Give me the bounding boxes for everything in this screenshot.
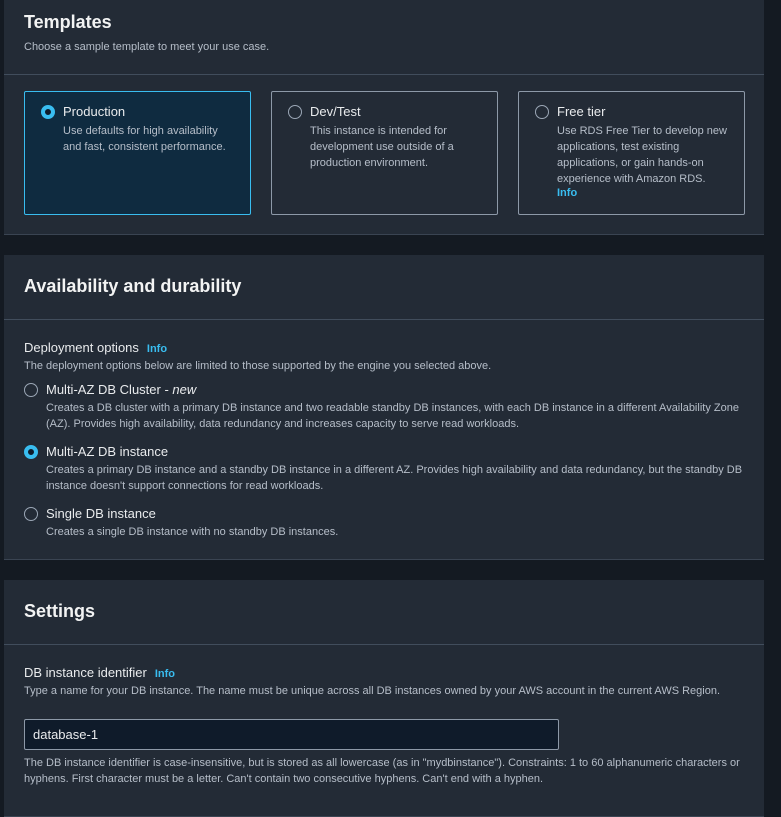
template-devtest-tile[interactable]: Dev/Test This instance is intended for d… <box>271 91 498 215</box>
availability-title: Availability and durability <box>24 276 242 296</box>
deployment-single-instance-radio[interactable] <box>24 507 38 521</box>
deployment-options-label: Deployment options <box>24 340 139 355</box>
db-identifier-description: Type a name for your DB instance. The na… <box>24 685 721 697</box>
availability-panel: Availability and durability Deployment o… <box>4 255 764 560</box>
template-freetier-title: Free tier <box>557 104 606 119</box>
db-identifier-constraints: The DB instance identifier is case-insen… <box>24 757 740 785</box>
availability-header: Availability and durability <box>4 255 764 319</box>
deployment-options-label-row: Deployment options Info <box>24 340 744 355</box>
template-devtest-title: Dev/Test <box>310 104 361 119</box>
deployment-multiaz-cluster-radio[interactable] <box>24 383 38 397</box>
templates-description: Choose a sample template to meet your us… <box>24 41 270 53</box>
deployment-multiaz-cluster-title: Multi-AZ DB Cluster - new <box>46 382 746 397</box>
deployment-options-info-link[interactable]: Info <box>147 343 167 355</box>
deployment-multiaz-instance-title: Multi-AZ DB instance <box>46 444 169 459</box>
settings-title: Settings <box>24 601 96 621</box>
template-production-radio[interactable] <box>41 105 55 119</box>
template-freetier-description: Use RDS Free Tier to develop new applica… <box>557 125 727 185</box>
deployment-multiaz-cluster-new-tag: new <box>172 382 197 397</box>
templates-header: Templates Choose a sample template to me… <box>4 0 764 74</box>
settings-header: Settings <box>4 580 764 644</box>
settings-panel: Settings DB instance identifier Info Typ… <box>4 580 764 817</box>
db-identifier-group: DB instance identifier Info Type a name … <box>24 665 749 699</box>
template-freetier-radio[interactable] <box>535 105 549 119</box>
db-identifier-label: DB instance identifier <box>24 665 147 680</box>
deployment-multiaz-instance-description: Creates a primary DB instance and a stan… <box>46 464 743 492</box>
template-devtest-description: This instance is intended for developmen… <box>310 125 454 169</box>
template-production-title: Production <box>63 104 126 119</box>
deployment-option-multiaz-instance[interactable]: Multi-AZ DB instance Creates a primary D… <box>24 444 746 494</box>
availability-divider <box>4 319 764 320</box>
deployment-options-group: Deployment options Info The deployment o… <box>24 340 744 374</box>
template-devtest-radio[interactable] <box>288 105 302 119</box>
page: Templates Choose a sample template to me… <box>0 0 781 817</box>
deployment-option-multiaz-cluster[interactable]: Multi-AZ DB Cluster - new Creates a DB c… <box>24 382 746 432</box>
db-identifier-label-row: DB instance identifier Info <box>24 665 749 680</box>
template-production-description: Use defaults for high availability and f… <box>63 125 226 153</box>
deployment-multiaz-cluster-description: Creates a DB cluster with a primary DB i… <box>46 402 739 430</box>
template-tiles: Production Use defaults for high availab… <box>24 91 745 215</box>
template-production-tile[interactable]: Production Use defaults for high availab… <box>24 91 251 215</box>
settings-divider <box>4 644 764 645</box>
templates-panel: Templates Choose a sample template to me… <box>4 0 764 235</box>
template-freetier-tile[interactable]: Free tier Use RDS Free Tier to develop n… <box>518 91 745 215</box>
deployment-multiaz-instance-radio[interactable] <box>24 445 38 459</box>
template-freetier-info-link[interactable]: Info <box>557 187 732 199</box>
deployment-single-instance-description: Creates a single DB instance with no sta… <box>46 526 339 538</box>
deployment-single-instance-title: Single DB instance <box>46 506 156 521</box>
deployment-option-single-instance[interactable]: Single DB instance Creates a single DB i… <box>24 506 746 540</box>
deployment-multiaz-cluster-title-text: Multi-AZ DB Cluster - <box>46 382 173 397</box>
deployment-options-description: The deployment options below are limited… <box>24 360 492 372</box>
db-identifier-info-link[interactable]: Info <box>155 668 175 680</box>
templates-divider <box>4 74 764 75</box>
templates-title: Templates <box>24 12 112 32</box>
db-identifier-input[interactable] <box>24 719 559 750</box>
